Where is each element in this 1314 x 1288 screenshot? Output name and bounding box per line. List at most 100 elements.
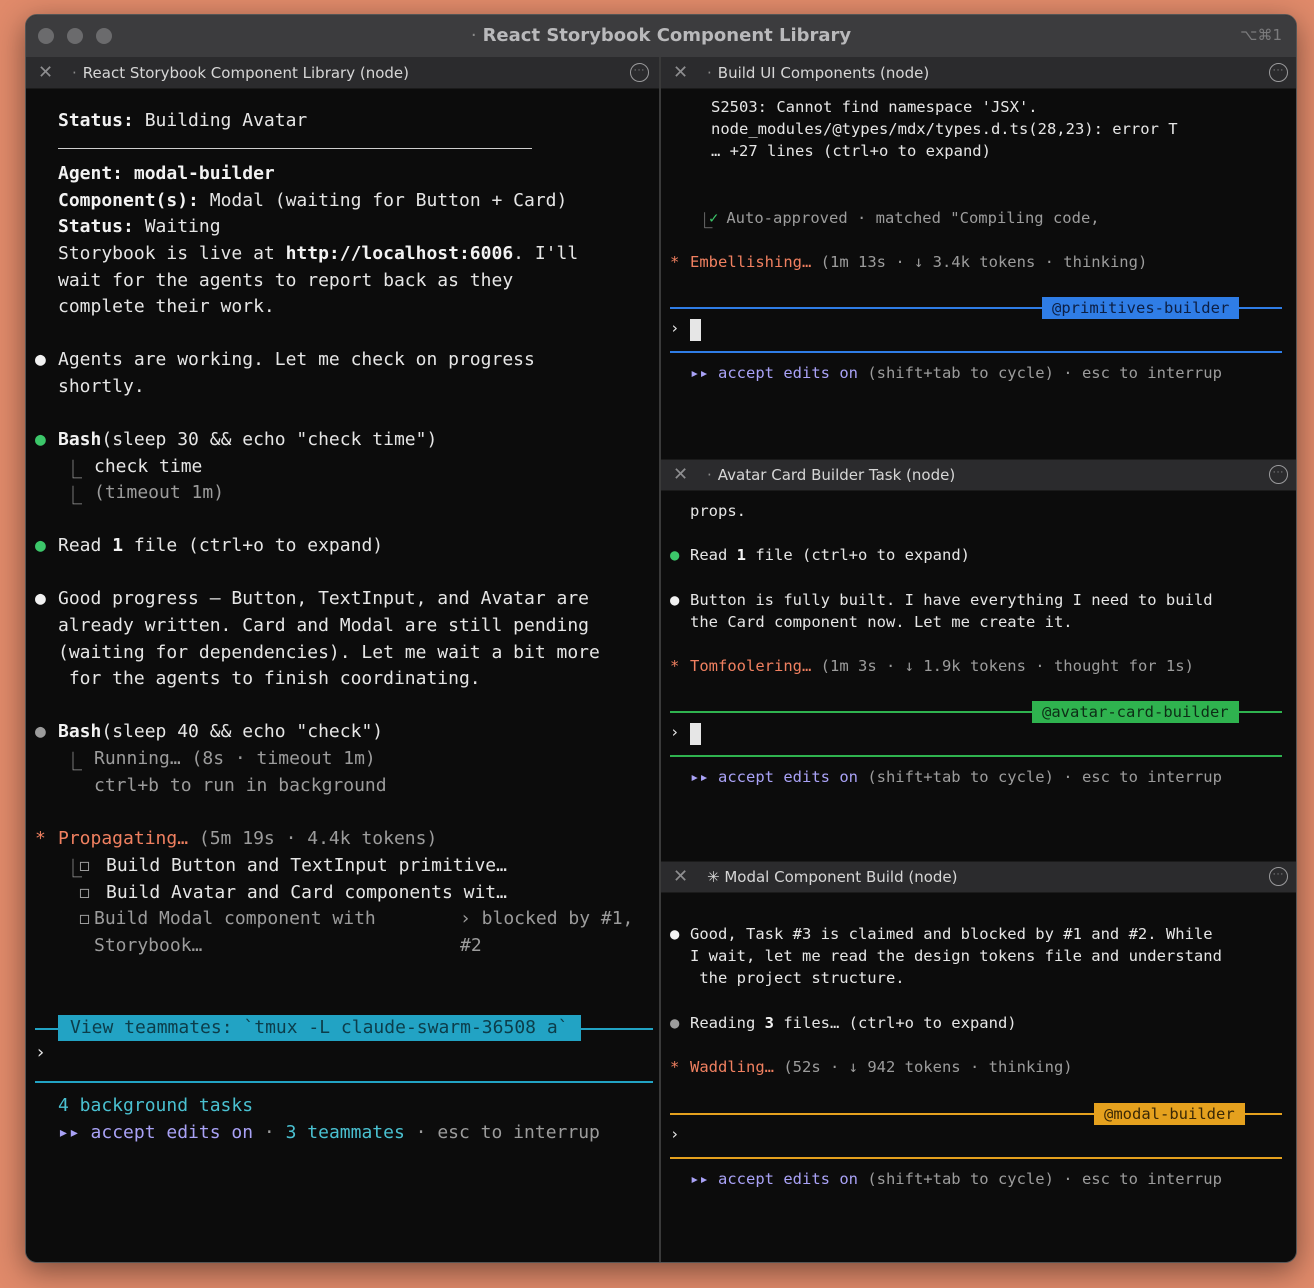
accept-edits-mode[interactable]: accept edits on	[80, 1122, 254, 1143]
close-icon[interactable]: ✕	[673, 62, 688, 83]
blocked-note: #2	[460, 935, 482, 956]
bullet-icon: ●	[670, 925, 680, 943]
prompt-caret[interactable]: ›	[35, 1042, 46, 1063]
auto-approved-line: Auto-approved · matched "Compiling code,	[717, 209, 1100, 227]
agent-line: Agent: modal-builder	[58, 163, 275, 184]
pane-divider[interactable]	[661, 861, 1296, 862]
status-label: Status:	[58, 216, 134, 237]
bullet-icon: ●	[670, 591, 680, 609]
status-footer: ▸▸ accept edits on (shift+tab to cycle) …	[690, 768, 1222, 786]
components-line: Component(s): Modal (waiting for Button …	[58, 190, 567, 211]
title-bar: · React Storybook Component Library ⌥⌘1	[26, 15, 1296, 58]
spinner-icon: *	[670, 657, 680, 675]
input-rule	[670, 1157, 1282, 1159]
ui-components-pane[interactable]: ✕ · Build UI Components (node) ··· S2503:…	[661, 57, 1296, 459]
task-item: Build Button and TextInput primitive…	[106, 855, 507, 876]
status-label: Waddling…	[690, 1058, 774, 1076]
thinking-status: Embellishing… (1m 13s · ↓ 3.4k tokens · …	[690, 253, 1147, 271]
text-cursor[interactable]	[690, 319, 701, 341]
status-stats: (1m 13s · ↓ 3.4k tokens · thinking)	[811, 253, 1148, 271]
expand-hint[interactable]: … +27 lines (ctrl+o to expand)	[711, 142, 991, 160]
read-file-line[interactable]: Read 1 file (ctrl+o to expand)	[58, 535, 383, 556]
read-file-line[interactable]: Read 1 file (ctrl+o to expand)	[690, 546, 970, 564]
pane-title: ✳ Modal Component Build (node)	[707, 868, 958, 886]
status-label: Propagating…	[58, 828, 189, 849]
more-options-icon[interactable]: ···	[1269, 867, 1288, 886]
input-rule	[670, 351, 1282, 353]
avatar-card-pane[interactable]: ✕ · Avatar Card Builder Task (node) ··· p…	[661, 459, 1296, 861]
accept-edits-mode[interactable]: accept edits on	[709, 364, 858, 382]
task-item: Storybook…	[94, 935, 203, 956]
checkbox-icon: ◻	[79, 882, 90, 903]
avatar-pane-header[interactable]: ✕ · Avatar Card Builder Task (node) ···	[661, 459, 1296, 491]
modal-pane-header[interactable]: ✕ ✳ Modal Component Build (node) ···	[661, 861, 1296, 893]
prompt-caret[interactable]: ›	[670, 1125, 679, 1143]
text-cursor[interactable]	[690, 723, 701, 745]
thinking-status: Waddling… (52s · ↓ 942 tokens · thinking…	[690, 1058, 1073, 1076]
bash-call: Bash(sleep 30 && echo "check time")	[58, 429, 437, 450]
bullet-icon: ●	[670, 1014, 680, 1032]
live-line-3: complete their work.	[58, 296, 275, 317]
propagating-status: Propagating… (5m 19s · 4.4k tokens)	[58, 828, 437, 849]
bash-args: (sleep 30 && echo "check time")	[101, 429, 438, 450]
message-line: Good, Task #3 is claimed and blocked by …	[690, 925, 1213, 943]
more-options-icon[interactable]: ···	[1269, 63, 1288, 82]
bullet-icon: ●	[35, 721, 46, 742]
separator-dot: ·	[253, 1122, 286, 1143]
message-line: (waiting for dependencies). Let me wait …	[58, 642, 600, 663]
message-line: Button is fully built. I have everything…	[690, 591, 1213, 609]
esc-hint: · esc to interrup	[404, 1122, 600, 1143]
close-icon[interactable]: ✕	[38, 62, 53, 83]
prompt-caret[interactable]: ›	[670, 723, 679, 741]
window-shortcut: ⌥⌘1	[1240, 26, 1282, 44]
message-line: shortly.	[58, 376, 145, 397]
background-tasks[interactable]: 4 background tasks	[58, 1095, 253, 1116]
task-item: Build Modal component with	[94, 908, 376, 929]
status-label: Tomfoolering…	[690, 657, 812, 675]
left-pane-header[interactable]: ✕ · React Storybook Component Library (no…	[26, 57, 659, 89]
bullet-icon: ●	[35, 588, 46, 609]
status-stats: (52s · ↓ 942 tokens · thinking)	[774, 1058, 1073, 1076]
message-line: for the agents to finish coordinating.	[58, 668, 481, 689]
blocked-note: › blocked by #1,	[460, 908, 634, 929]
status-label: Status:	[58, 110, 134, 131]
accept-edits-mode[interactable]: accept edits on	[709, 1170, 858, 1188]
live-suffix: . I'll	[513, 243, 579, 264]
modal-component-pane[interactable]: ✕ ✳ Modal Component Build (node) ··· ● G…	[661, 861, 1296, 1262]
pane-title-text: Avatar Card Builder Task (node)	[717, 466, 956, 484]
read-prefix: Reading	[690, 1014, 765, 1032]
read-count: 1	[112, 535, 124, 556]
read-suffix: files… (ctrl+o to expand)	[774, 1014, 1017, 1032]
agent-tag: @modal-builder	[1094, 1103, 1245, 1125]
prompt-rule	[35, 1081, 653, 1083]
bash-output: (timeout 1m)	[94, 482, 225, 503]
close-icon[interactable]: ✕	[673, 866, 688, 887]
prompt-caret[interactable]: ›	[670, 319, 679, 337]
more-options-icon[interactable]: ···	[630, 63, 649, 82]
left-pane[interactable]: ✕ · React Storybook Component Library (no…	[26, 57, 659, 1262]
status-footer: ▸▸ accept edits on (shift+tab to cycle) …	[690, 364, 1222, 382]
success-bullet-icon: ●	[35, 429, 46, 450]
more-options-icon[interactable]: ···	[1269, 465, 1288, 484]
window-title: · React Storybook Component Library	[470, 25, 852, 46]
close-icon[interactable]: ✕	[673, 464, 688, 485]
components-label: Component(s):	[58, 190, 199, 211]
view-teammates-banner[interactable]: View teammates: `tmux -L claude-swarm-36…	[58, 1015, 581, 1041]
message-line: props.	[690, 502, 746, 520]
accept-edits-mode[interactable]: accept edits on	[709, 768, 858, 786]
ui-pane-header[interactable]: ✕ · Build UI Components (node) ···	[661, 57, 1296, 89]
spinner-icon: *	[35, 828, 46, 849]
checkbox-icon: ◻	[79, 855, 90, 876]
bash-output: check time	[94, 456, 203, 477]
status-value: Building Avatar	[133, 110, 308, 131]
pane-divider[interactable]	[661, 459, 1296, 460]
live-line: Storybook is live at http://localhost:60…	[58, 243, 578, 264]
mode-arrow-icon: ▸▸	[690, 1170, 709, 1188]
teammates-count[interactable]: 3 teammates	[286, 1122, 405, 1143]
storybook-url-link[interactable]: http://localhost:6006	[286, 243, 514, 264]
agent-label: Agent:	[58, 163, 124, 184]
mode-arrow-icon: ▸▸	[58, 1122, 80, 1143]
read-file-line[interactable]: Reading 3 files… (ctrl+o to expand)	[690, 1014, 1017, 1032]
read-suffix: file (ctrl+o to expand)	[746, 546, 970, 564]
agent-tag: @avatar-card-builder	[1032, 701, 1239, 723]
